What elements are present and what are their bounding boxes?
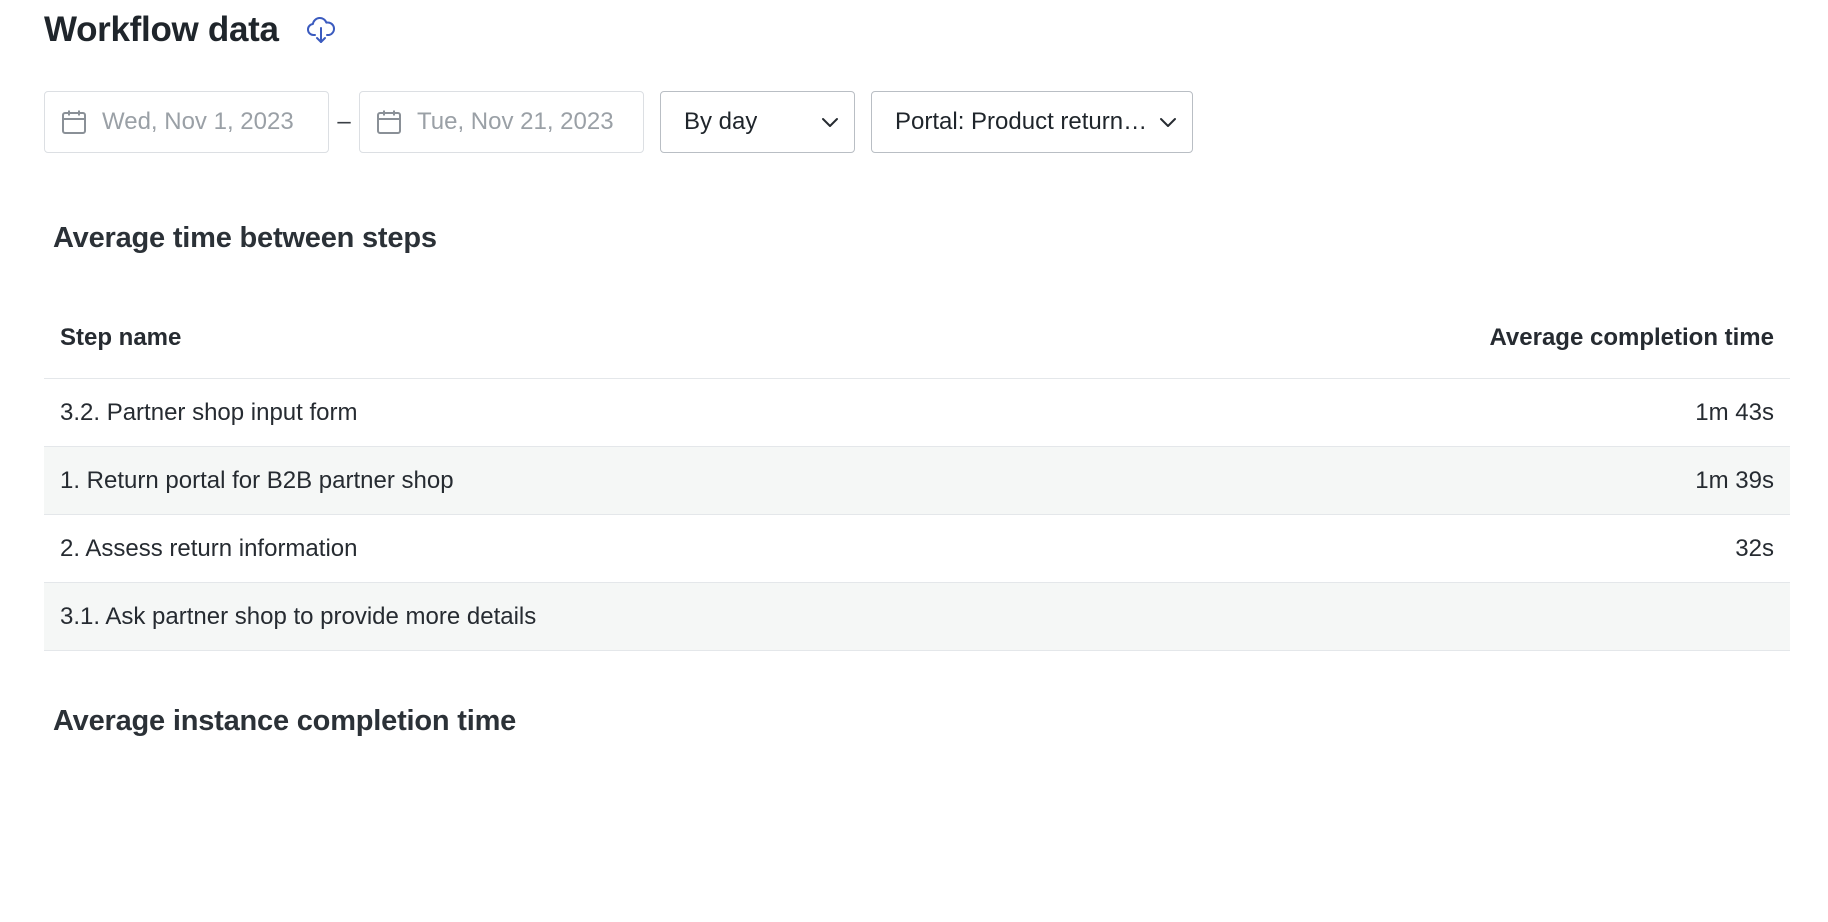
step-name-cell: 2. Assess return information (60, 534, 358, 562)
completion-section-title: Average instance completion time (53, 705, 517, 737)
workflow-data-page: Workflow data – (0, 0, 1828, 922)
granularity-value: By day (684, 108, 758, 135)
download-button[interactable] (304, 13, 338, 47)
table-row[interactable]: 2. Assess return information 32s (44, 515, 1790, 583)
step-name-cell: 3.2. Partner shop input form (60, 398, 358, 426)
calendar-icon (60, 108, 88, 136)
steps-table: Step name Average completion time 3.2. P… (44, 298, 1790, 651)
avg-time-cell: 1m 39s (1695, 466, 1774, 494)
calendar-icon (375, 108, 403, 136)
end-date-input[interactable] (417, 108, 637, 136)
filter-bar: – By day Portal: Product return… (44, 91, 1193, 153)
start-date-field[interactable] (44, 91, 329, 153)
table-row[interactable]: 3.2. Partner shop input form 1m 43s (44, 379, 1790, 447)
granularity-select[interactable]: By day (660, 91, 855, 153)
start-date-input[interactable] (102, 108, 322, 136)
avg-time-cell: 1m 43s (1695, 398, 1774, 426)
date-range-separator: – (337, 108, 351, 135)
chevron-down-icon (1160, 118, 1176, 127)
chevron-down-icon (822, 118, 838, 127)
workflow-value: Portal: Product return… (895, 108, 1148, 135)
step-name-cell: 1. Return portal for B2B partner shop (60, 466, 454, 494)
steps-section-title: Average time between steps (53, 222, 437, 254)
workflow-select[interactable]: Portal: Product return… (871, 91, 1193, 153)
table-row[interactable]: 3.1. Ask partner shop to provide more de… (44, 583, 1790, 651)
table-row[interactable]: 1. Return portal for B2B partner shop 1m… (44, 447, 1790, 515)
cloud-download-icon (306, 17, 335, 43)
avg-time-cell: 32s (1735, 534, 1774, 562)
table-header: Step name Average completion time (44, 298, 1790, 379)
column-header-avg-time[interactable]: Average completion time (1489, 324, 1774, 352)
step-name-cell: 3.1. Ask partner shop to provide more de… (60, 602, 537, 630)
column-header-step-name[interactable]: Step name (60, 324, 181, 352)
page-header: Workflow data (44, 8, 338, 52)
page-title: Workflow data (44, 10, 279, 49)
end-date-field[interactable] (359, 91, 644, 153)
table-body: 3.2. Partner shop input form 1m 43s 1. R… (44, 379, 1790, 651)
